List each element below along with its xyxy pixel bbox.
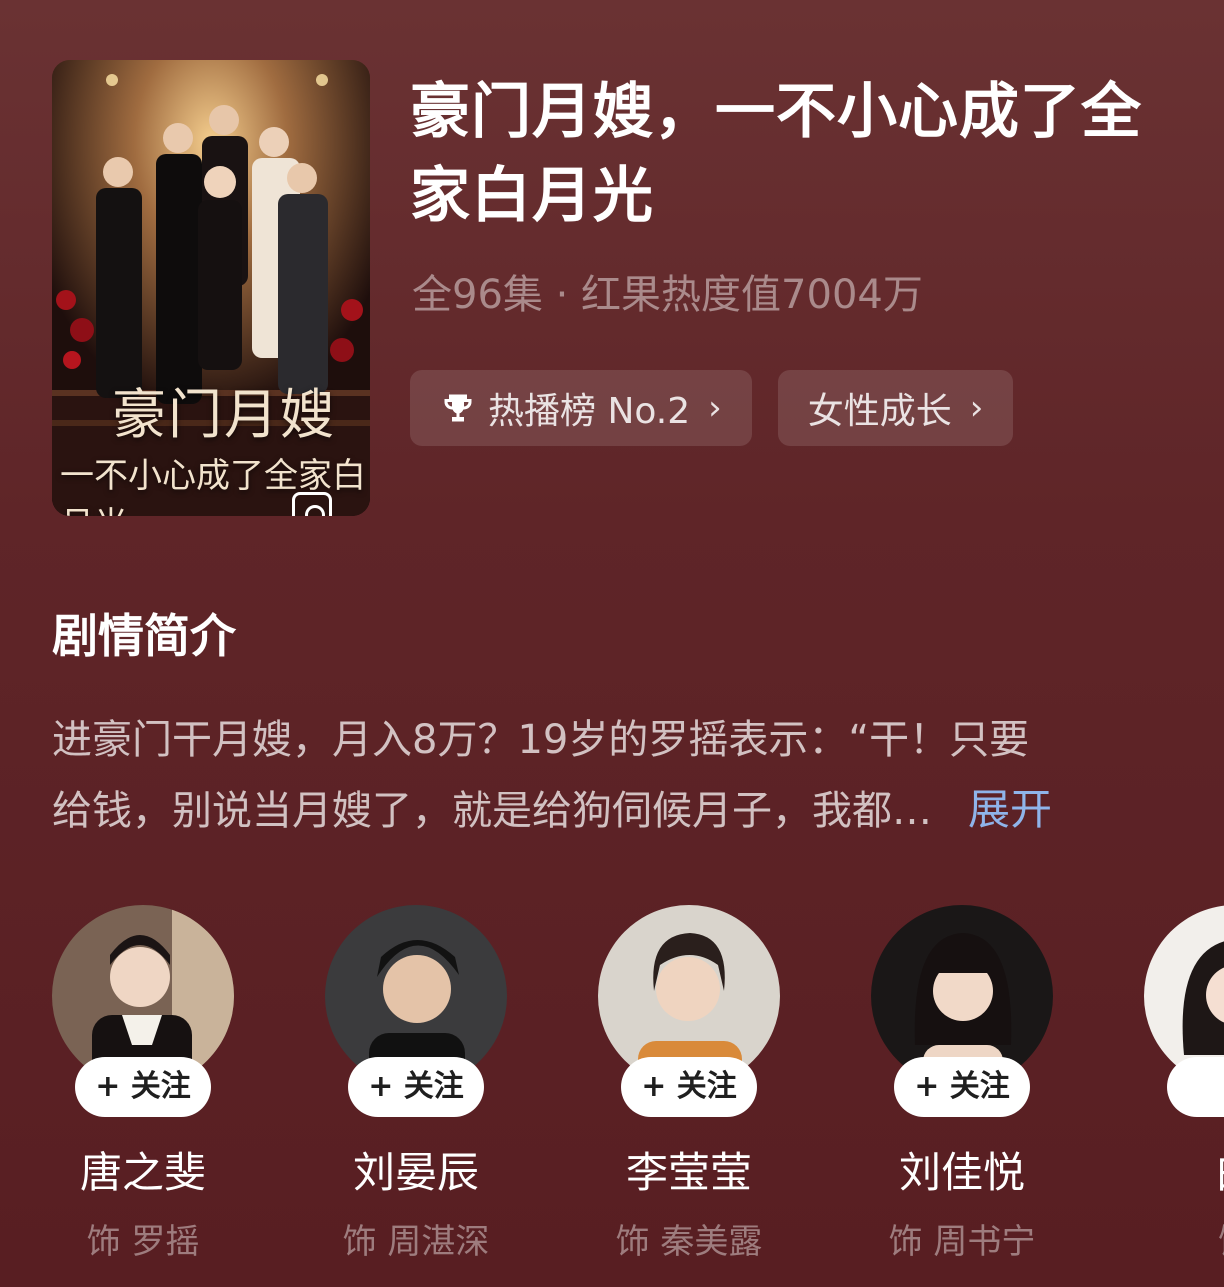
- trophy-icon: [444, 394, 472, 422]
- follow-button[interactable]: +: [1167, 1057, 1224, 1117]
- role-name: 饰 周湛深: [342, 1222, 490, 1262]
- genre-tag-label: 女性成长: [807, 391, 952, 432]
- cast-item[interactable]: + 关注 李莹莹 饰 秦美露: [598, 905, 780, 1263]
- follow-button[interactable]: + 关注: [621, 1057, 757, 1117]
- role-name: 饰: [1144, 1214, 1224, 1263]
- cast-item[interactable]: + 关注 刘晏辰 饰 周湛深: [325, 905, 507, 1263]
- expand-link[interactable]: 展开: [968, 775, 1052, 845]
- role-name: 饰 秦美露: [615, 1222, 763, 1262]
- synopsis-text: 进豪门干月嫂，月入8万？19岁的罗摇表示：“干！只要 给钱，别说当月嫂了，就是给…: [52, 705, 1172, 846]
- synopsis-heading: 剧情简介: [52, 609, 236, 663]
- genre-tag[interactable]: 女性成长 ›: [777, 370, 1014, 446]
- cast-list[interactable]: + 关注 唐之斐 饰 罗摇 + 关注 刘晏辰 饰 周湛深 + 关注 李莹莹 饰 …: [0, 905, 1224, 1287]
- actor-name: 刘晏辰: [352, 1148, 479, 1197]
- poster-title: 豪门月嫂: [112, 383, 336, 446]
- drama-poster[interactable]: 豪门月嫂 一不小心成了全家白月光: [52, 60, 370, 516]
- ranking-tag-label: 热播榜 No.2: [488, 391, 691, 432]
- follow-button[interactable]: + 关注: [894, 1057, 1030, 1117]
- actor-name: 刘佳悦: [898, 1148, 1025, 1197]
- drama-header: 豪门月嫂 一不小心成了全家白月光 豪门月嫂，一不小心成了全家白月光 全96集 ·…: [0, 0, 1224, 560]
- chevron-right-icon: ›: [969, 388, 984, 428]
- chevron-right-icon: ›: [708, 388, 722, 428]
- synopsis-line-2: 给钱，别说当月嫂了，就是给狗伺候月子，我都…: [52, 788, 932, 834]
- ranking-tag[interactable]: 热播榜 No.2 ›: [410, 370, 752, 446]
- drama-title: 豪门月嫂，一不小心成了全家白月光: [410, 77, 1142, 231]
- drama-meta: 全96集 · 红果热度值7004万: [412, 272, 923, 318]
- synopsis-line-2-row: 给钱，别说当月嫂了，就是给狗伺候月子，我都… 展开: [52, 775, 1172, 846]
- follow-button[interactable]: + 关注: [75, 1057, 211, 1117]
- poster-watch-icon[interactable]: [292, 492, 332, 516]
- follow-button[interactable]: + 关注: [348, 1057, 484, 1117]
- cast-item[interactable]: + 关注 唐之斐 饰 罗摇: [52, 905, 234, 1263]
- synopsis-line-1: 进豪门干月嫂，月入8万？19岁的罗摇表示：“干！只要: [52, 717, 1030, 763]
- actor-name: 李莹莹: [625, 1148, 752, 1197]
- actor-name: 白: [1144, 1139, 1224, 1200]
- role-name: 饰 周书宁: [888, 1222, 1036, 1262]
- cast-item[interactable]: + 白 饰: [1144, 905, 1224, 1263]
- role-name: 饰 罗摇: [86, 1222, 200, 1262]
- actor-name: 唐之斐: [79, 1148, 206, 1197]
- tag-row: 热播榜 No.2 › 女性成长 ›: [410, 370, 1014, 446]
- cast-item[interactable]: + 关注 刘佳悦 饰 周书宁: [871, 905, 1053, 1263]
